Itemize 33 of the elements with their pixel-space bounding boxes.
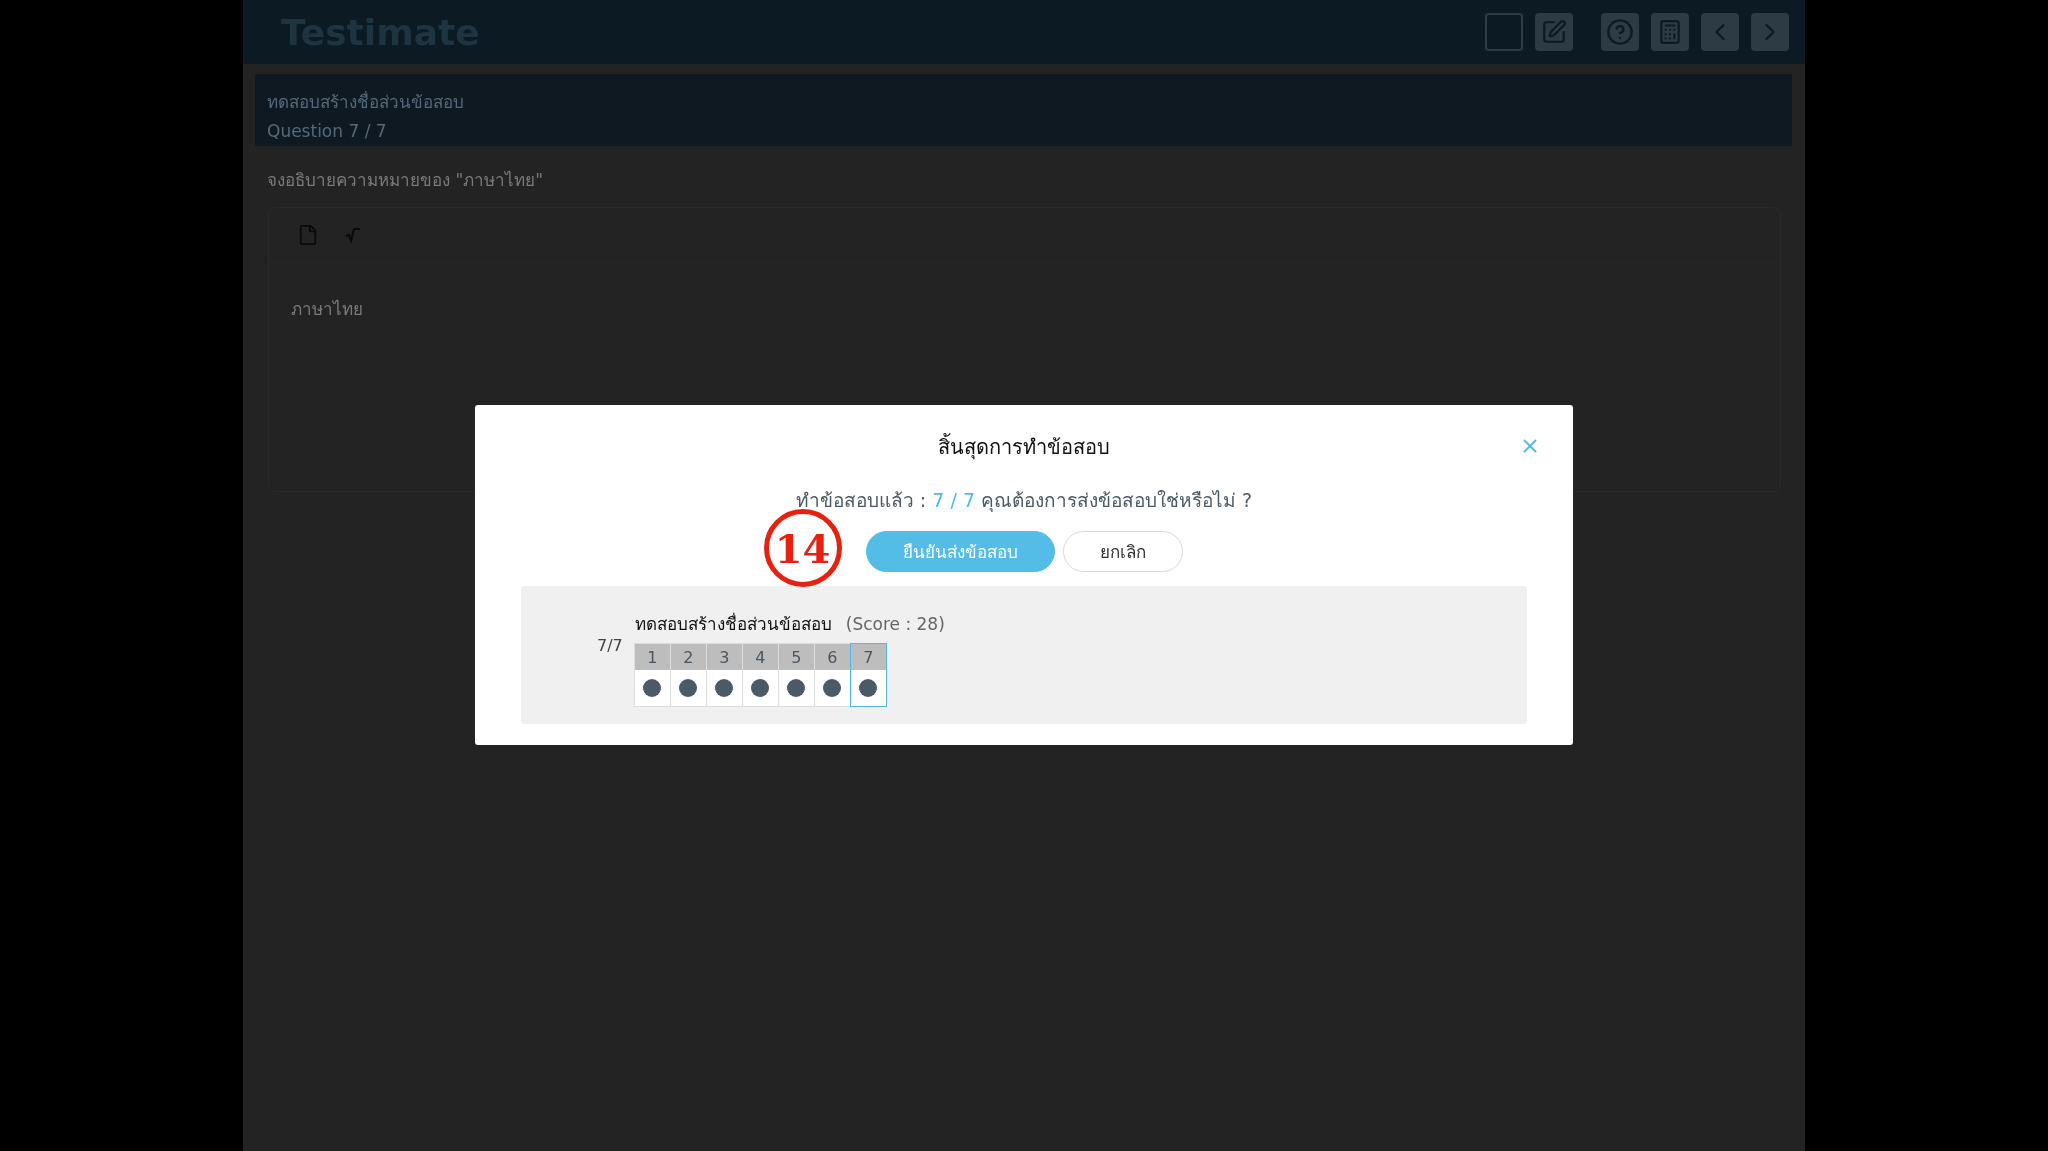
question-number: 7 — [850, 644, 886, 670]
question-cell[interactable]: 5 — [777, 643, 815, 707]
section-score: (Score : 28) — [845, 614, 945, 634]
answered-count: 7/7 — [597, 636, 623, 657]
question-number: 4 — [742, 644, 778, 670]
step-badge: 14 — [763, 509, 842, 587]
next-icon[interactable] — [1751, 13, 1789, 51]
question-number: 3 — [706, 644, 742, 670]
question-number: 1 — [634, 644, 670, 670]
edit-icon[interactable] — [1535, 13, 1573, 51]
dialog-title: สิ้นสุดการทำข้อสอบ — [938, 432, 1110, 462]
question-cell[interactable]: 1 — [633, 643, 671, 707]
square-root-icon[interactable] — [345, 227, 361, 243]
section-name: ทดสอบสร้างชื่อส่วนข้อสอบ — [634, 611, 832, 636]
answer-text: ภาษาไทย — [290, 298, 364, 321]
cancel-button[interactable]: ยกเลิก — [1062, 531, 1183, 572]
question-number: 2 — [670, 644, 706, 670]
question-cell[interactable]: 2 — [669, 643, 707, 707]
question-counter: Question 7 / 7 — [267, 121, 388, 141]
square-icon[interactable] — [1485, 13, 1523, 51]
question-cell[interactable]: 7 — [849, 643, 887, 707]
document-icon[interactable] — [297, 224, 319, 246]
question-cell[interactable]: 4 — [741, 643, 779, 707]
question-number: 6 — [814, 644, 850, 670]
calculator-icon[interactable] — [1651, 13, 1689, 51]
help-icon[interactable] — [1601, 13, 1639, 51]
question-number: 5 — [778, 644, 814, 670]
section-title: ทดสอบสร้างชื่อส่วนข้อสอบ — [267, 89, 465, 114]
question-prompt: จงอธิบายความหมายของ "ภาษาไทย" — [267, 169, 545, 192]
question-cell[interactable]: 6 — [813, 643, 851, 707]
confirm-button[interactable]: ยืนยันส่งข้อสอบ — [865, 531, 1055, 572]
question-cell[interactable]: 3 — [705, 643, 743, 707]
previous-icon[interactable] — [1701, 13, 1739, 51]
